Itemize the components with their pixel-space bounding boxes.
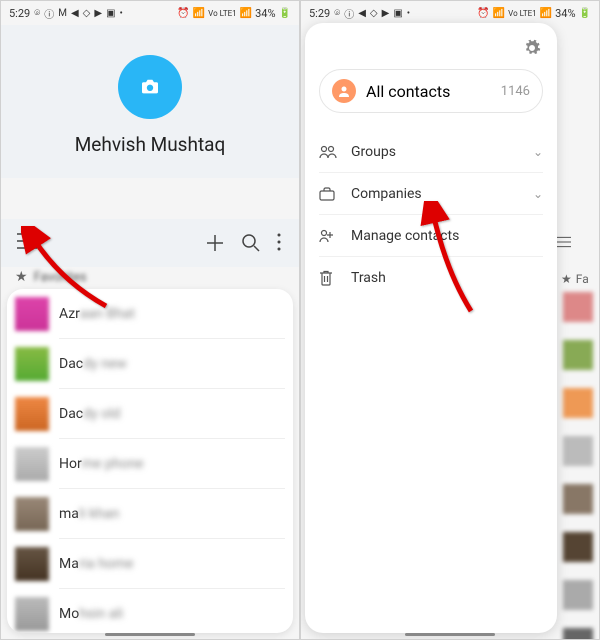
drawer-item-label: Groups	[351, 144, 396, 160]
trash-icon	[319, 270, 339, 286]
all-contacts-button[interactable]: All contacts 1146	[319, 69, 543, 113]
whatsapp-icon: ⌾	[34, 8, 40, 19]
battery-icon: 🔋	[279, 8, 291, 19]
phone-right: 5:29 ⌾ ⓘ ◀ ◇ ▶ ▣ • ⏰ 📶 Vo LTE1 📶 34% 🔋 ★…	[300, 0, 600, 640]
contacts-list[interactable]: Azraan Bhat Dacdy new Dacdy old Horme ph…	[7, 289, 293, 633]
notif-icon: ▶	[382, 8, 390, 19]
net-label: Vo LTE1	[208, 9, 237, 18]
settings-button[interactable]	[523, 39, 541, 57]
phone-left: 5:29 ⌾ ⓘ M ◀ ◇ ▶ ▣ • ⏰ 📶 Vo LTE1 📶 34% 🔋…	[0, 0, 300, 640]
manage-icon	[319, 229, 339, 243]
list-item[interactable]: Maria home	[7, 539, 293, 589]
wifi-icon: 📶	[493, 8, 505, 19]
signal-icon: 📶	[240, 8, 252, 19]
notif-icon: ◀	[358, 8, 366, 19]
notif-icon: ▣	[393, 8, 402, 19]
battery-label: 34%	[555, 7, 575, 20]
alarm-icon: ⏰	[177, 8, 189, 19]
wifi-icon: 📶	[193, 8, 205, 19]
camera-icon	[140, 79, 160, 95]
drawer-item-label: Trash	[351, 270, 386, 286]
alarm-icon: ⏰	[477, 8, 489, 19]
person-icon	[332, 79, 356, 103]
notif-icon: ▣	[106, 8, 115, 19]
notif-more: •	[407, 8, 410, 19]
home-indicator[interactable]	[105, 633, 195, 636]
notif-icon: ▶	[94, 8, 102, 19]
list-item[interactable]: Dacdy old	[7, 389, 293, 439]
star-icon: ★	[561, 272, 572, 286]
status-time: 5:29	[9, 7, 30, 20]
avatar[interactable]	[118, 55, 182, 119]
drawer-item-label: Companies	[351, 186, 422, 202]
signal-icon: 📶	[540, 8, 552, 19]
contacts-count: 1146	[501, 84, 530, 99]
profile-name: Mehvish Mushtaq	[1, 133, 299, 156]
net-label: Vo LTE1	[508, 9, 537, 18]
chevron-down-icon: ⌄	[533, 187, 543, 201]
menu-icon	[557, 235, 571, 249]
groups-icon	[319, 145, 339, 159]
chevron-down-icon: ⌄	[533, 145, 543, 159]
status-bar: 5:29 ⌾ ⓘ ◀ ◇ ▶ ▣ • ⏰ 📶 Vo LTE1 📶 34% 🔋	[301, 1, 599, 25]
battery-icon: 🔋	[579, 8, 591, 19]
notif-more: •	[120, 8, 123, 19]
search-button[interactable]	[241, 233, 261, 253]
annotation-arrow	[411, 201, 501, 325]
status-time: 5:29	[309, 7, 330, 20]
background-list: ★Fa	[559, 25, 599, 639]
battery-label: 34%	[255, 7, 275, 20]
annotation-arrow	[21, 226, 121, 320]
all-contacts-label: All contacts	[366, 82, 450, 101]
nav-drawer: All contacts 1146 Groups ⌄ Companies ⌄ M…	[305, 23, 557, 633]
list-item[interactable]: mali khan	[7, 489, 293, 539]
add-button[interactable]	[205, 233, 225, 253]
list-item[interactable]: Dacdy new	[7, 339, 293, 389]
notif-icon: ◇	[83, 8, 91, 19]
profile-header: Mehvish Mushtaq	[1, 25, 299, 178]
notif-icon: ◀	[71, 8, 79, 19]
favorites-bg: ★Fa	[561, 272, 589, 286]
app-icon: ⓘ	[44, 6, 54, 21]
list-item[interactable]: Mohsin ali	[7, 589, 293, 633]
drawer-item-groups[interactable]: Groups ⌄	[319, 131, 543, 173]
more-button[interactable]	[277, 233, 283, 253]
home-indicator[interactable]	[405, 633, 495, 636]
briefcase-icon	[319, 187, 339, 201]
app-icon: ⓘ	[344, 6, 354, 21]
notif-icon: ◇	[370, 8, 378, 19]
list-item[interactable]: Horme phone	[7, 439, 293, 489]
status-bar: 5:29 ⌾ ⓘ M ◀ ◇ ▶ ▣ • ⏰ 📶 Vo LTE1 📶 34% 🔋	[1, 1, 299, 25]
notif-icon: M	[58, 8, 67, 19]
whatsapp-icon: ⌾	[334, 8, 340, 19]
